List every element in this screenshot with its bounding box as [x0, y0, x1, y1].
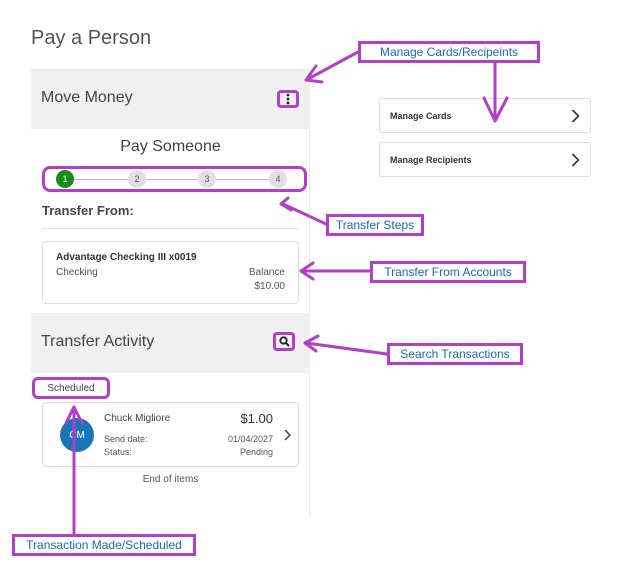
callout-search-transactions: Search Transactions	[387, 343, 523, 365]
kebab-vertical-icon	[286, 93, 290, 105]
payee-name: Chuck Migliore	[104, 413, 171, 424]
transfer-stepper: 1 2 3 4	[42, 166, 307, 192]
account-card[interactable]: Advantage Checking III x0019 Checking Ba…	[42, 241, 299, 304]
status-label: Status:	[104, 447, 133, 457]
manage-cards-button[interactable]: Manage Cards	[379, 98, 591, 133]
account-balance: $10.00	[254, 281, 285, 292]
chevron-right-icon	[571, 153, 580, 167]
step-1[interactable]: 1	[56, 170, 74, 188]
end-of-items: End of items	[142, 474, 199, 485]
manage-recipients-label: Manage Recipients	[390, 155, 472, 165]
step-4[interactable]: 4	[269, 170, 287, 188]
callout-transaction-made-scheduled: Transaction Made/Scheduled	[12, 534, 196, 556]
callout-transfer-from-accounts: Transfer From Accounts	[370, 261, 526, 283]
transfer-from-divider	[42, 228, 299, 229]
scheduled-label: Scheduled	[32, 377, 110, 399]
send-date-label: Send date:	[104, 434, 148, 444]
callout-transfer-steps: Transfer Steps	[326, 214, 424, 236]
search-transactions-button[interactable]	[273, 332, 295, 351]
page-title: Pay a Person	[31, 27, 152, 49]
account-name: Advantage Checking III x0019	[56, 252, 197, 263]
magnifier-icon	[278, 336, 290, 347]
move-money-header: Move Money	[31, 69, 310, 129]
send-date-value: 01/04/2027	[227, 434, 273, 444]
chevron-right-icon	[284, 429, 291, 441]
status-value: Pending	[239, 447, 273, 457]
transfer-activity-header: Transfer Activity	[31, 313, 310, 373]
step-2[interactable]: 2	[128, 170, 146, 188]
balance-label: Balance	[248, 267, 285, 278]
stepper-line	[65, 179, 284, 180]
transaction-amount: $1.00	[240, 411, 273, 426]
arrow-to-kebab	[306, 50, 360, 81]
avatar: CM	[60, 418, 94, 452]
transfer-from-label: Transfer From:	[42, 203, 134, 218]
move-money-title: Move Money	[41, 89, 133, 106]
more-options-button[interactable]	[277, 90, 299, 108]
manage-recipients-button[interactable]: Manage Recipients	[379, 142, 591, 177]
arrow-to-search	[304, 341, 389, 356]
pay-someone-heading: Pay Someone	[120, 138, 221, 155]
transaction-card[interactable]: CM Chuck Migliore $1.00 Send date: 01/04…	[42, 402, 299, 467]
account-type: Checking	[56, 267, 98, 278]
transfer-activity-title: Transfer Activity	[41, 333, 155, 350]
manage-cards-label: Manage Cards	[390, 111, 452, 121]
step-3[interactable]: 3	[198, 170, 216, 188]
main-panel: Move Money Pay Someone 1 2 3 4 Transfer …	[31, 69, 310, 517]
callout-manage-cards-recipients: Manage Cards/Recipeints	[358, 41, 540, 63]
chevron-right-icon	[571, 109, 580, 123]
